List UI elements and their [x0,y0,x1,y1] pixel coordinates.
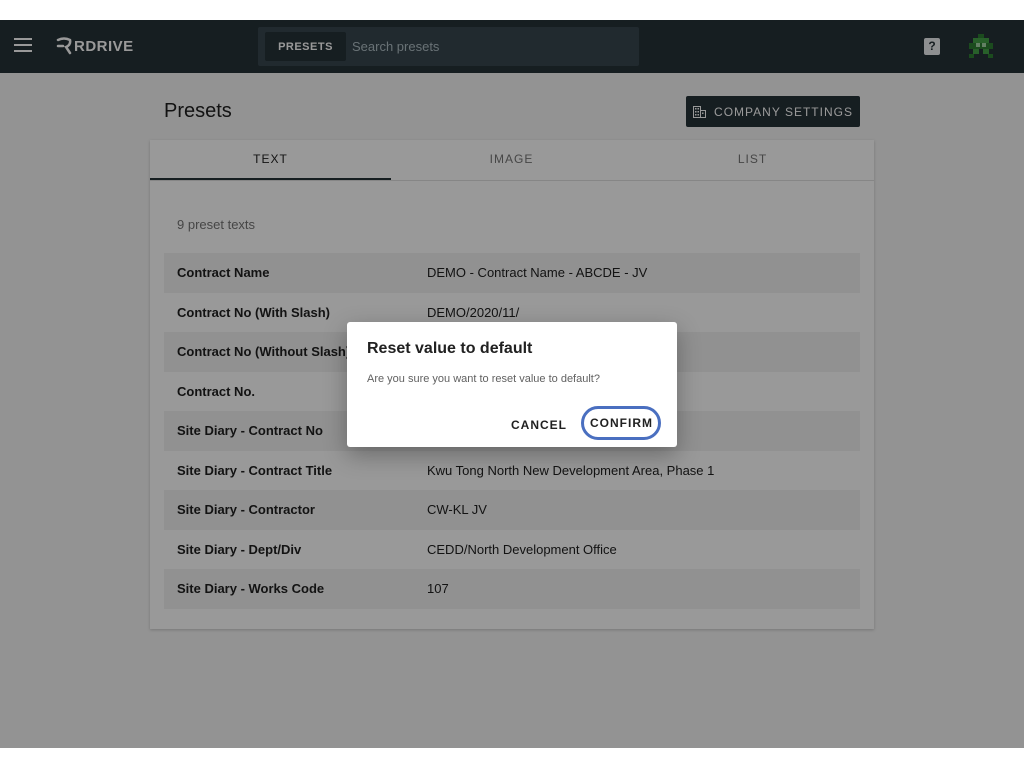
dialog-title: Reset value to default [367,340,533,357]
cancel-button[interactable]: CANCEL [505,412,566,438]
app-window: RDRIVE PRESETS ? Presets [0,20,1024,748]
confirm-button[interactable]: CONFIRM [581,406,661,440]
dialog-message: Are you sure you want to reset value to … [367,373,600,385]
reset-dialog: Reset value to default Are you sure you … [347,322,677,447]
